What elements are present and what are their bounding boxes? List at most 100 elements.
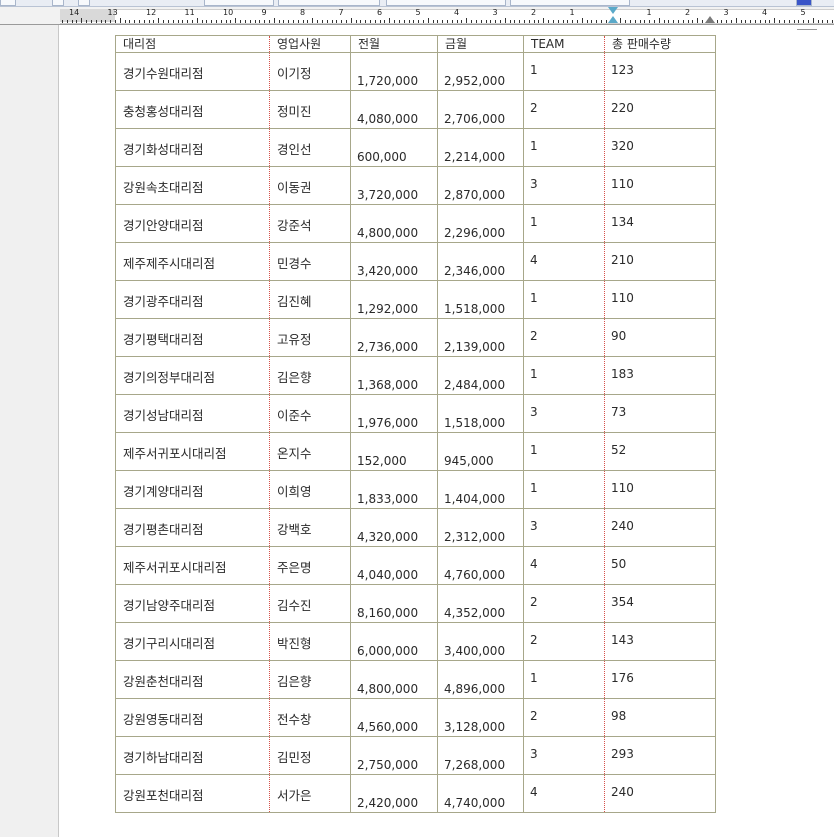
cell-curr-month[interactable]: 1,404,000 [437, 470, 524, 509]
cell-rep[interactable]: 김민정 [269, 736, 351, 775]
cell-team[interactable]: 1 [523, 52, 605, 91]
cell-branch[interactable]: 경기성남대리점 [115, 394, 270, 433]
cell-branch[interactable]: 제주서귀포시대리점 [115, 546, 270, 585]
cell-rep[interactable]: 민경수 [269, 242, 351, 281]
cell-branch[interactable]: 경기구리시대리점 [115, 622, 270, 661]
cell-rep[interactable]: 김수진 [269, 584, 351, 623]
cell-curr-month[interactable]: 945,000 [437, 432, 524, 471]
cell-rep[interactable]: 전수창 [269, 698, 351, 737]
cell-total-qty[interactable]: 240 [604, 508, 716, 547]
cell-prev-month[interactable]: 6,000,000 [350, 622, 438, 661]
cell-branch[interactable]: 강원속초대리점 [115, 166, 270, 205]
cell-curr-month[interactable]: 1,518,000 [437, 394, 524, 433]
cell-prev-month[interactable]: 2,736,000 [350, 318, 438, 357]
cell-branch[interactable]: 충청홍성대리점 [115, 90, 270, 129]
toolbar-field[interactable] [386, 0, 506, 6]
cell-rep[interactable]: 이준수 [269, 394, 351, 433]
cell-branch[interactable]: 경기안양대리점 [115, 204, 270, 243]
cell-rep[interactable]: 강준석 [269, 204, 351, 243]
cell-prev-month[interactable]: 4,040,000 [350, 546, 438, 585]
cell-branch[interactable]: 경기수원대리점 [115, 52, 270, 91]
cell-team[interactable]: 3 [523, 166, 605, 205]
cell-rep[interactable]: 이기정 [269, 52, 351, 91]
toolbar-button[interactable] [0, 0, 16, 6]
cell-prev-month[interactable]: 2,420,000 [350, 774, 438, 813]
cell-rep[interactable]: 김은향 [269, 660, 351, 699]
cell-rep[interactable]: 온지수 [269, 432, 351, 471]
cell-total-qty[interactable]: 110 [604, 470, 716, 509]
cell-curr-month[interactable]: 2,706,000 [437, 90, 524, 129]
cell-prev-month[interactable]: 4,800,000 [350, 204, 438, 243]
cell-prev-month[interactable]: 8,160,000 [350, 584, 438, 623]
cell-branch[interactable]: 경기광주대리점 [115, 280, 270, 319]
cell-branch[interactable]: 강원영동대리점 [115, 698, 270, 737]
cell-prev-month[interactable]: 2,750,000 [350, 736, 438, 775]
cell-prev-month[interactable]: 4,320,000 [350, 508, 438, 547]
cell-team[interactable]: 3 [523, 736, 605, 775]
cell-branch[interactable]: 제주제주시대리점 [115, 242, 270, 281]
horizontal-ruler[interactable]: 14 13 12 11 10 9 8 7 6 5 4 3 2 1 1 2 3 4 5 [0, 7, 834, 25]
cell-prev-month[interactable]: 152,000 [350, 432, 438, 471]
cell-branch[interactable]: 경기화성대리점 [115, 128, 270, 167]
first-line-indent-marker[interactable] [608, 7, 618, 14]
cell-team[interactable]: 2 [523, 698, 605, 737]
cell-rep[interactable]: 이희영 [269, 470, 351, 509]
cell-prev-month[interactable]: 1,976,000 [350, 394, 438, 433]
cell-rep[interactable]: 경인선 [269, 128, 351, 167]
cell-curr-month[interactable]: 2,139,000 [437, 318, 524, 357]
cell-branch[interactable]: 강원포천대리점 [115, 774, 270, 813]
cell-total-qty[interactable]: 52 [604, 432, 716, 471]
toolbar-button[interactable] [52, 0, 64, 6]
cell-total-qty[interactable]: 143 [604, 622, 716, 661]
cell-total-qty[interactable]: 90 [604, 318, 716, 357]
cell-prev-month[interactable]: 4,560,000 [350, 698, 438, 737]
cell-total-qty[interactable]: 98 [604, 698, 716, 737]
cell-prev-month[interactable]: 600,000 [350, 128, 438, 167]
cell-team[interactable]: 2 [523, 622, 605, 661]
cell-curr-month[interactable]: 3,400,000 [437, 622, 524, 661]
cell-curr-month[interactable]: 2,214,000 [437, 128, 524, 167]
cell-branch[interactable]: 경기의정부대리점 [115, 356, 270, 395]
color-swatch[interactable] [796, 0, 812, 6]
cell-curr-month[interactable]: 4,896,000 [437, 660, 524, 699]
cell-curr-month[interactable]: 4,352,000 [437, 584, 524, 623]
cell-total-qty[interactable]: 293 [604, 736, 716, 775]
cell-rep[interactable]: 김진혜 [269, 280, 351, 319]
cell-total-qty[interactable]: 354 [604, 584, 716, 623]
cell-rep[interactable]: 박진형 [269, 622, 351, 661]
cell-branch[interactable]: 경기평택대리점 [115, 318, 270, 357]
cell-total-qty[interactable]: 134 [604, 204, 716, 243]
cell-team[interactable]: 4 [523, 242, 605, 281]
cell-rep[interactable]: 주은명 [269, 546, 351, 585]
cell-total-qty[interactable]: 50 [604, 546, 716, 585]
cell-curr-month[interactable]: 2,312,000 [437, 508, 524, 547]
cell-team[interactable]: 2 [523, 318, 605, 357]
cell-team[interactable]: 1 [523, 128, 605, 167]
cell-team[interactable]: 2 [523, 584, 605, 623]
cell-prev-month[interactable]: 1,292,000 [350, 280, 438, 319]
cell-branch[interactable]: 강원춘천대리점 [115, 660, 270, 699]
cell-total-qty[interactable]: 210 [604, 242, 716, 281]
cell-curr-month[interactable]: 2,870,000 [437, 166, 524, 205]
cell-total-qty[interactable]: 220 [604, 90, 716, 129]
cell-branch[interactable]: 경기하남대리점 [115, 736, 270, 775]
toolbar-field[interactable] [510, 0, 630, 6]
cell-curr-month[interactable]: 1,518,000 [437, 280, 524, 319]
cell-total-qty[interactable]: 183 [604, 356, 716, 395]
cell-team[interactable]: 3 [523, 394, 605, 433]
cell-total-qty[interactable]: 73 [604, 394, 716, 433]
toolbar-button[interactable] [78, 0, 90, 6]
toolbar-field[interactable] [204, 0, 274, 6]
cell-total-qty[interactable]: 110 [604, 280, 716, 319]
right-indent-marker[interactable] [705, 16, 715, 23]
cell-total-qty[interactable]: 240 [604, 774, 716, 813]
cell-branch[interactable]: 경기평촌대리점 [115, 508, 270, 547]
cell-curr-month[interactable]: 2,346,000 [437, 242, 524, 281]
cell-curr-month[interactable]: 4,760,000 [437, 546, 524, 585]
cell-rep[interactable]: 정미진 [269, 90, 351, 129]
cell-prev-month[interactable]: 4,080,000 [350, 90, 438, 129]
cell-branch[interactable]: 경기남양주대리점 [115, 584, 270, 623]
cell-curr-month[interactable]: 2,952,000 [437, 52, 524, 91]
cell-prev-month[interactable]: 3,420,000 [350, 242, 438, 281]
cell-prev-month[interactable]: 3,720,000 [350, 166, 438, 205]
